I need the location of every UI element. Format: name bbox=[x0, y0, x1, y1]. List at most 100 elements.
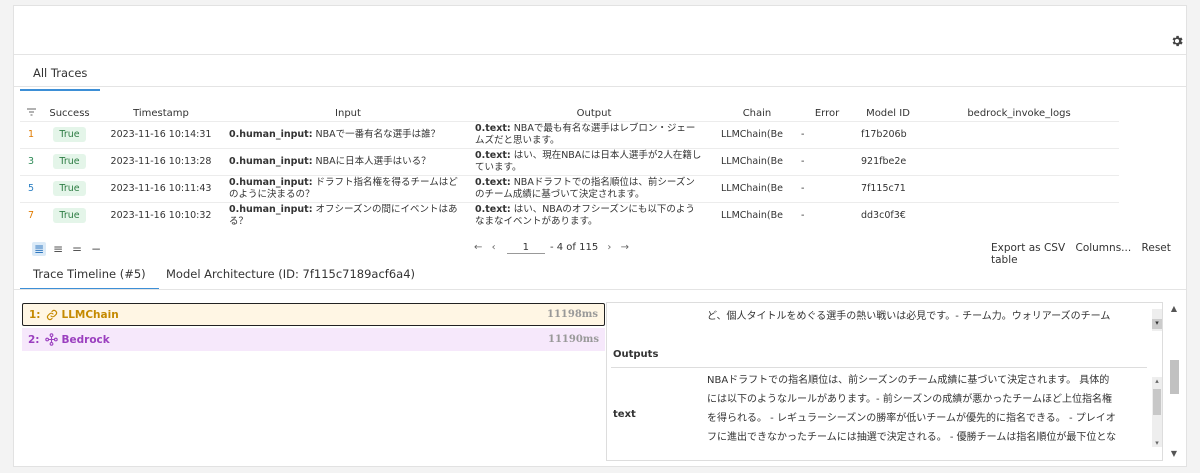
tab-all-traces[interactable]: All Traces bbox=[20, 66, 101, 91]
chevron-up-icon[interactable]: ▴ bbox=[1152, 377, 1162, 385]
table-actions: Export as CSV Columns... Reset table bbox=[991, 242, 1186, 266]
output-text-cont: のチーム成績に基づいて決定されます。 bbox=[475, 188, 645, 200]
output-line: を得られる。 - レギュラーシーズンの勝率が低いチームが優先的に指名できる。 -… bbox=[707, 413, 1116, 424]
export-csv-button[interactable]: Export as CSV bbox=[991, 242, 1065, 254]
span-number: 1: bbox=[29, 308, 41, 321]
input-cell: 0.human_input: NBAで一番有名な選手は誰？ bbox=[225, 120, 471, 148]
model-id-cell: dd3c0f3€ bbox=[857, 201, 919, 229]
pagination: ← ‹ 1 - 4 of 115 › → bbox=[474, 242, 629, 254]
output-cell: 0.text: NBAドラフトでの指名順位は、前シーズン のチーム成績に基づいて決… bbox=[471, 174, 717, 202]
error-cell: - bbox=[797, 174, 857, 202]
span-bedrock[interactable]: 2: Bedrock 11190ms bbox=[22, 328, 605, 351]
output-text: はい、NBAのオフシーズンにも以下のよう bbox=[513, 203, 695, 215]
tab-label: All Traces bbox=[33, 66, 88, 80]
timestamp-cell: 2023-11-16 10:11:43 bbox=[97, 174, 225, 202]
tab-model-architecture[interactable]: Model Architecture (ID: 7f115c7189acf6a4… bbox=[166, 267, 415, 281]
output-text: はい、現在NBAには日本人選手が2人在籍し bbox=[513, 149, 702, 161]
output-key: 0.text: bbox=[475, 149, 511, 161]
col-output[interactable]: Output bbox=[471, 106, 717, 121]
table-row[interactable]: 3 True 2023-11-16 10:13:28 0.human_input… bbox=[20, 147, 1119, 175]
chain-cell: LLMChain(Be bbox=[717, 201, 797, 229]
table-body: 1 True 2023-11-16 10:14:31 0.human_input… bbox=[20, 120, 1119, 229]
chevron-up-icon[interactable]: ▲ bbox=[1169, 304, 1179, 313]
table-row[interactable]: 5 True 2023-11-16 10:11:43 0.human_input… bbox=[20, 174, 1119, 202]
inner-scrollbar-top[interactable]: ▾ bbox=[1152, 309, 1162, 331]
output-cell: 0.text: はい、現在NBAには日本人選手が2人在籍し ています。 bbox=[471, 147, 717, 175]
output-line: フに進出できなかったチームには抽選で決定される。 - 優勝チームは指名順位が最下… bbox=[707, 432, 1117, 443]
tab-label: Trace Timeline (#5) bbox=[33, 267, 146, 281]
success-cell: True bbox=[42, 147, 97, 175]
output-key: 0.text: bbox=[475, 176, 511, 188]
error-cell: - bbox=[797, 120, 857, 148]
chevron-down-icon[interactable]: ▾ bbox=[1152, 439, 1162, 447]
success-cell: True bbox=[42, 201, 97, 229]
bedrock-logs-cell bbox=[919, 201, 1119, 229]
dense-view-icon[interactable]: ≣ bbox=[32, 242, 46, 256]
table-row[interactable]: 7 True 2023-11-16 10:10:32 0.human_input… bbox=[20, 201, 1119, 229]
medium-view-icon[interactable]: ≡ bbox=[51, 242, 65, 256]
chevron-down-icon[interactable]: ▾ bbox=[1152, 319, 1162, 329]
traces-panel: All Traces Success Timestamp Input Outpu… bbox=[13, 5, 1187, 467]
network-icon bbox=[44, 333, 58, 346]
compact-view-icon[interactable]: = bbox=[70, 242, 84, 256]
output-text-cont: なまなイベントがあります。 bbox=[475, 215, 598, 227]
input-key: 0.human_input: bbox=[229, 128, 313, 140]
prev-page-button[interactable]: ‹ bbox=[492, 242, 496, 253]
table-row[interactable]: 1 True 2023-11-16 10:14:31 0.human_input… bbox=[20, 120, 1119, 148]
output-text-cont: ています。 bbox=[475, 161, 522, 173]
model-id-cell: 921fbe2e bbox=[857, 147, 919, 175]
input-cell: 0.human_input: NBAに日本人選手はいる？ bbox=[225, 147, 471, 175]
filter-icon[interactable] bbox=[20, 106, 42, 121]
scroll-thumb[interactable] bbox=[1170, 360, 1179, 394]
row-index: 3 bbox=[20, 147, 42, 175]
divider bbox=[611, 367, 1147, 368]
error-cell: - bbox=[797, 201, 857, 229]
divider bbox=[14, 289, 1186, 290]
page-input[interactable]: 1 bbox=[506, 242, 545, 254]
last-page-button[interactable]: → bbox=[621, 242, 629, 253]
col-chain[interactable]: Chain bbox=[717, 106, 797, 121]
timestamp-cell: 2023-11-16 10:10:32 bbox=[97, 201, 225, 229]
status-badge: True bbox=[53, 127, 86, 142]
row-index: 5 bbox=[20, 174, 42, 202]
scroll-thumb[interactable] bbox=[1153, 389, 1161, 415]
tab-label: Model Architecture (ID: 7f115c7189acf6a4… bbox=[166, 267, 415, 281]
input-text: ドラフト指名権を得るチームはど bbox=[315, 176, 458, 188]
status-badge: True bbox=[53, 181, 86, 196]
output-key: 0.text: bbox=[475, 122, 511, 134]
span-name: Bedrock bbox=[61, 333, 110, 346]
input-key: 0.human_input: bbox=[229, 203, 313, 215]
output-cell: 0.text: NBAで最も有名な選手はレブロン・ジェー ムズだと思います。 bbox=[471, 120, 717, 148]
chevron-down-icon[interactable]: ▼ bbox=[1169, 449, 1179, 458]
output-cell: 0.text: はい、NBAのオフシーズンにも以下のよう なまなイベントがあります… bbox=[471, 201, 717, 229]
col-error[interactable]: Error bbox=[797, 106, 857, 121]
output-text-cont: ムズだと思います。 bbox=[475, 134, 560, 146]
timestamp-cell: 2023-11-16 10:14:31 bbox=[97, 120, 225, 148]
span-duration: 11198ms bbox=[546, 309, 598, 320]
inner-scrollbar-text[interactable]: ▴ ▾ bbox=[1152, 377, 1162, 447]
col-timestamp[interactable]: Timestamp bbox=[97, 106, 225, 121]
col-model-id[interactable]: Model ID bbox=[857, 106, 919, 121]
divider bbox=[14, 86, 1186, 87]
first-page-button[interactable]: ← bbox=[474, 242, 482, 253]
col-input[interactable]: Input bbox=[225, 106, 471, 121]
input-text-cont: のように決まるの？ bbox=[229, 188, 315, 200]
status-badge: True bbox=[53, 208, 86, 224]
row-index: 7 bbox=[20, 201, 42, 229]
span-number: 2: bbox=[28, 333, 40, 346]
output-key: 0.text: bbox=[475, 203, 511, 215]
col-success[interactable]: Success bbox=[42, 106, 97, 121]
gear-icon[interactable] bbox=[1170, 34, 1184, 48]
minimal-view-icon[interactable]: − bbox=[89, 242, 103, 256]
span-detail-panel: ど、個人タイトルをめぐる選手の熱い戦いは必見です。- チーム力。ウォリアーズのチ… bbox=[606, 302, 1163, 461]
detail-scrollbar[interactable]: ▲ ▼ bbox=[1169, 304, 1179, 458]
previous-output-text: ど、個人タイトルをめぐる選手の熱い戦いは必見です。- チーム力。ウォリアーズのチ… bbox=[707, 311, 1111, 322]
columns-button[interactable]: Columns... bbox=[1075, 242, 1131, 254]
tab-trace-timeline[interactable]: Trace Timeline (#5) bbox=[20, 267, 159, 290]
next-page-button[interactable]: › bbox=[607, 242, 611, 253]
link-icon bbox=[46, 309, 57, 320]
span-llmchain[interactable]: 1: LLMChain 11198ms bbox=[22, 303, 605, 326]
output-text-value: NBAドラフトでの指名順位は、前シーズンのチーム成績に基づいて決定されます。 具… bbox=[707, 371, 1152, 447]
row-index: 1 bbox=[20, 120, 42, 148]
col-bedrock-invoke-logs[interactable]: bedrock_invoke_logs bbox=[919, 106, 1119, 121]
